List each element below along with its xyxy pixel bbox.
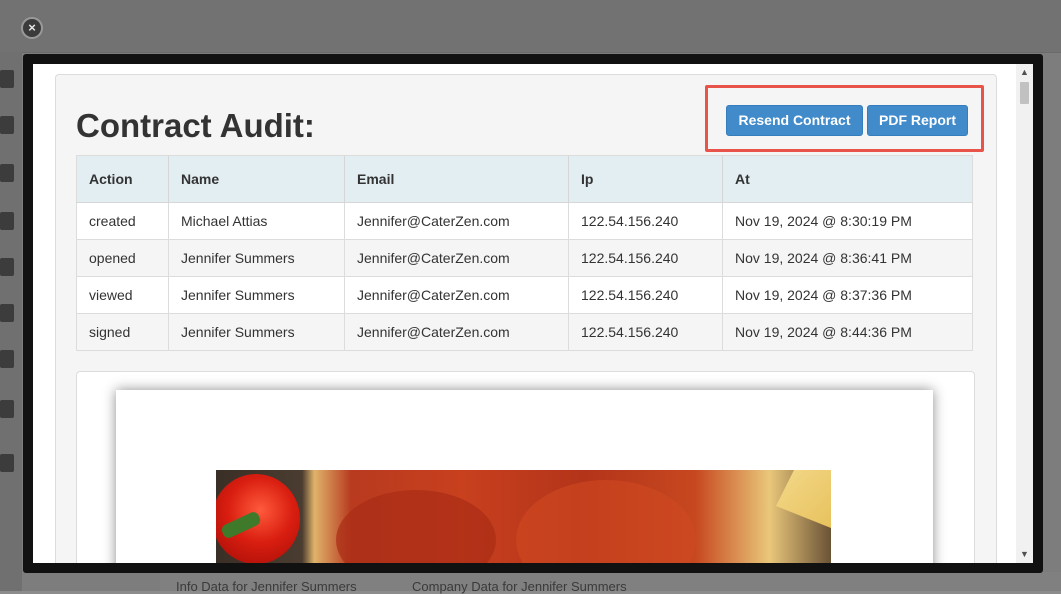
bottom-tab-info: Info Data for Jennifer Summers [176, 579, 357, 594]
modal-close-icon[interactable]: × [21, 17, 43, 39]
column-header-ip: Ip [568, 155, 723, 203]
cell-name: Jennifer Summers [168, 239, 345, 277]
audit-table: Action Name Email Ip At created Michael … [76, 155, 973, 351]
cell-ip: 122.54.156.240 [568, 202, 723, 240]
table-row: viewed Jennifer Summers Jennifer@CaterZe… [76, 276, 973, 314]
pdf-report-button[interactable]: PDF Report [867, 105, 968, 136]
cell-name: Michael Attias [168, 202, 345, 240]
contract-audit-panel: Contract Audit: Resend Contract PDF Repo… [55, 74, 997, 563]
cell-at: Nov 19, 2024 @ 8:30:19 PM [722, 202, 973, 240]
pizza-image [216, 470, 831, 563]
cheese-image [776, 470, 831, 530]
contract-page-sheet [116, 390, 933, 563]
scroll-down-arrow-icon[interactable]: ▼ [1016, 546, 1033, 563]
column-header-action: Action [76, 155, 169, 203]
background-topbar [0, 0, 1061, 53]
cell-action: signed [76, 313, 169, 351]
cell-email: Jennifer@CaterZen.com [344, 239, 569, 277]
bottom-tab-company: Company Data for Jennifer Summers [412, 579, 627, 594]
column-header-at: At [722, 155, 973, 203]
cell-action: opened [76, 239, 169, 277]
cell-at: Nov 19, 2024 @ 8:44:36 PM [722, 313, 973, 351]
cell-email: Jennifer@CaterZen.com [344, 313, 569, 351]
table-row: created Michael Attias Jennifer@CaterZen… [76, 202, 973, 240]
scroll-up-arrow-icon[interactable]: ▲ [1016, 64, 1033, 81]
column-header-email: Email [344, 155, 569, 203]
contract-preview-box [76, 371, 975, 563]
cell-name: Jennifer Summers [168, 276, 345, 314]
table-row: signed Jennifer Summers Jennifer@CaterZe… [76, 313, 973, 351]
sidebar-id-icon [0, 304, 14, 322]
cell-at: Nov 19, 2024 @ 8:36:41 PM [722, 239, 973, 277]
table-header-row: Action Name Email Ip At [76, 155, 973, 203]
scrollbar-thumb[interactable] [1020, 82, 1029, 104]
sidebar-search-icon [0, 164, 14, 182]
page-title: Contract Audit: [76, 107, 315, 144]
sauce-swirl [516, 480, 696, 563]
column-header-name: Name [168, 155, 345, 203]
sauce-swirl [336, 490, 496, 563]
sidebar-person-icon [0, 258, 14, 276]
cell-action: viewed [76, 276, 169, 314]
modal-body: Contract Audit: Resend Contract PDF Repo… [33, 64, 1016, 563]
sidebar-clipboard-icon [0, 212, 14, 230]
resend-contract-button[interactable]: Resend Contract [726, 105, 863, 136]
cell-ip: 122.54.156.240 [568, 313, 723, 351]
sidebar-calendar-icon [0, 350, 14, 368]
cell-at: Nov 19, 2024 @ 8:37:36 PM [722, 276, 973, 314]
cell-email: Jennifer@CaterZen.com [344, 202, 569, 240]
sidebar-trash-icon [0, 454, 14, 472]
sidebar-contact-icon [0, 116, 14, 134]
sidebar-user-icon [0, 400, 14, 418]
cell-action: created [76, 202, 169, 240]
modal-scrollbar[interactable]: ▲ ▼ [1016, 64, 1033, 563]
cell-name: Jennifer Summers [168, 313, 345, 351]
table-row: opened Jennifer Summers Jennifer@CaterZe… [76, 239, 973, 277]
background-sidebar [0, 52, 22, 591]
sidebar-users-icon [0, 70, 14, 88]
cell-ip: 122.54.156.240 [568, 239, 723, 277]
cell-ip: 122.54.156.240 [568, 276, 723, 314]
cell-email: Jennifer@CaterZen.com [344, 276, 569, 314]
